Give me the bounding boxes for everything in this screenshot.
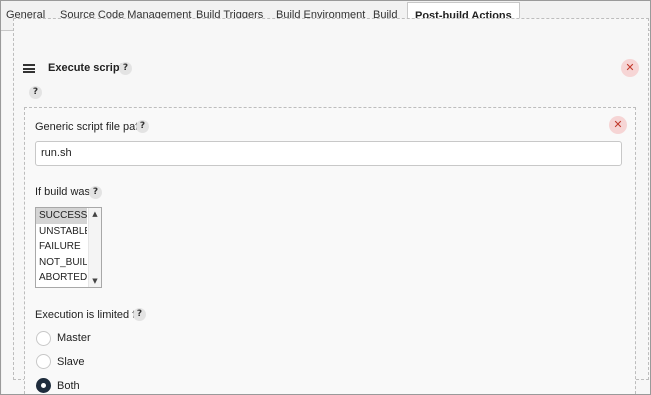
help-icon[interactable]: ? [119,62,132,75]
radio-both[interactable] [36,378,51,393]
build-status-option-unstable[interactable]: UNSTABLE [36,224,87,240]
help-icon[interactable]: ? [133,308,146,321]
build-status-label: If build was [35,186,91,198]
drag-handle-icon[interactable] [23,64,35,73]
scroll-down-icon[interactable]: ▼ [89,277,101,285]
jenkins-config-window: General Source Code Management Build Tri… [0,0,651,395]
build-status-option-success[interactable]: SUCCESS [36,208,87,224]
radio-slave[interactable] [36,354,51,369]
build-status-option-not-built[interactable]: NOT_BUILT [36,255,87,271]
build-status-listbox[interactable]: SUCCESS UNSTABLE FAILURE NOT_BUILT ABORT… [35,207,102,288]
radio-slave-label[interactable]: Slave [57,356,85,368]
radio-master[interactable] [36,331,51,346]
execution-limit-label: Execution is limited to [35,309,142,321]
build-status-option-failure[interactable]: FAILURE [36,239,87,255]
remove-section-button[interactable]: ✕ [621,59,639,77]
listbox-scrollbar[interactable]: ▲ ▼ [88,208,101,287]
build-status-option-aborted[interactable]: ABORTED [36,270,87,286]
help-icon[interactable]: ? [89,186,102,199]
script-path-input[interactable] [35,141,622,166]
section-title: Execute scripts [48,62,130,74]
help-icon[interactable]: ? [29,86,42,99]
help-icon[interactable]: ? [136,120,149,133]
radio-both-label[interactable]: Both [57,380,80,392]
remove-script-button[interactable]: ✕ [609,116,627,134]
radio-master-label[interactable]: Master [57,332,91,344]
script-path-label: Generic script file path [35,121,145,133]
scroll-up-icon[interactable]: ▲ [89,210,101,218]
